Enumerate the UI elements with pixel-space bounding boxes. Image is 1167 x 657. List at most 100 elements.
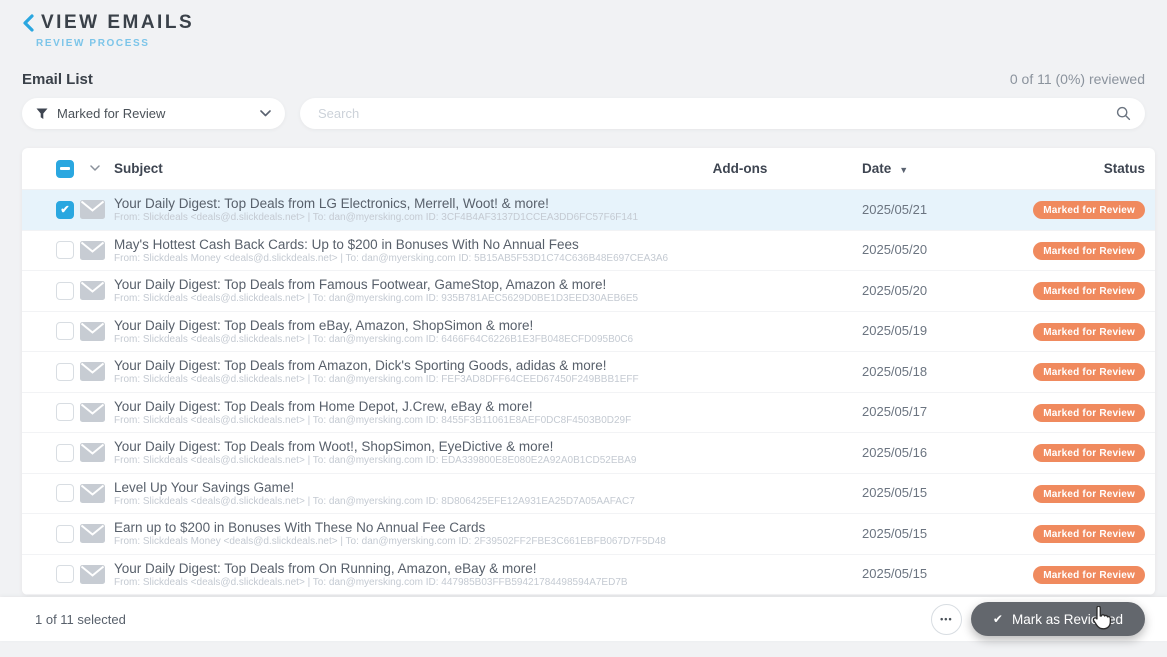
status-badge: Marked for Review [1033,242,1145,260]
row-checkbox[interactable] [56,241,74,259]
email-subject: Your Daily Digest: Top Deals from LG Ele… [114,196,680,211]
envelope-icon [80,200,105,219]
status-badge: Marked for Review [1033,485,1145,503]
email-subject: Level Up Your Savings Game! [114,480,680,495]
row-checkbox[interactable] [56,282,74,300]
email-row[interactable]: Your Daily Digest: Top Deals from On Run… [22,555,1155,596]
status-badge: Marked for Review [1033,363,1145,381]
email-row[interactable]: Earn up to $200 in Bonuses With These No… [22,514,1155,555]
status-filter-dropdown[interactable]: Marked for Review [22,98,285,129]
email-subject: Your Daily Digest: Top Deals from Amazon… [114,358,680,373]
envelope-icon [80,241,105,260]
envelope-icon [80,362,105,381]
status-badge: Marked for Review [1033,282,1145,300]
column-header-subject[interactable]: Subject [114,161,690,176]
email-row[interactable]: Your Daily Digest: Top Deals from eBay, … [22,312,1155,353]
email-meta: From: Slickdeals <deals@d.slickdeals.net… [114,496,680,507]
email-date: 2025/05/18 [862,364,927,379]
email-meta: From: Slickdeals Money <deals@d.slickdea… [114,536,680,547]
filter-bar: Marked for Review [22,98,1145,129]
envelope-icon [80,322,105,341]
email-date: 2025/05/15 [862,485,927,500]
email-subject: Your Daily Digest: Top Deals from Home D… [114,399,680,414]
status-badge: Marked for Review [1033,444,1145,462]
status-badge: Marked for Review [1033,404,1145,422]
row-checkbox[interactable]: ✔ [56,201,74,219]
row-checkbox[interactable] [56,444,74,462]
email-date: 2025/05/15 [862,566,927,581]
email-row[interactable]: ✔ Your Daily Digest: Top Deals from LG E… [22,190,1155,231]
envelope-icon [80,524,105,543]
envelope-icon [80,281,105,300]
email-row[interactable]: Your Daily Digest: Top Deals from Amazon… [22,352,1155,393]
select-all-checkbox[interactable] [56,160,74,178]
column-header-addons[interactable]: Add-ons [690,161,790,176]
email-date: 2025/05/19 [862,323,927,338]
page-header: VIEW EMAILS REVIEW PROCESS Email List 0 … [0,0,1167,88]
column-header-date[interactable]: Date▼ [790,161,950,176]
search-box[interactable] [300,98,1145,129]
status-badge: Marked for Review [1033,323,1145,341]
email-date: 2025/05/21 [862,202,927,217]
email-subject: Your Daily Digest: Top Deals from On Run… [114,561,680,576]
row-checkbox[interactable] [56,322,74,340]
email-subject: Your Daily Digest: Top Deals from Famous… [114,277,680,292]
selected-count: 1 of 11 selected [35,612,126,627]
chevron-down-icon [260,110,271,117]
back-link[interactable]: VIEW EMAILS [22,12,1145,34]
email-meta: From: Slickdeals <deals@d.slickdeals.net… [114,577,680,588]
email-meta: From: Slickdeals <deals@d.slickdeals.net… [114,334,680,345]
email-meta: From: Slickdeals <deals@d.slickdeals.net… [114,293,680,304]
envelope-icon [80,443,105,462]
envelope-icon [80,484,105,503]
email-date: 2025/05/15 [862,526,927,541]
email-row[interactable]: May's Hottest Cash Back Cards: Up to $20… [22,231,1155,272]
review-process-link[interactable]: REVIEW PROCESS [36,38,1145,49]
reviewed-progress: 0 of 11 (0%) reviewed [1010,71,1145,87]
envelope-icon [80,403,105,422]
row-checkbox[interactable] [56,403,74,421]
email-subject: Your Daily Digest: Top Deals from Woot!,… [114,439,680,454]
status-filter-value: Marked for Review [57,106,251,121]
email-meta: From: Slickdeals <deals@d.slickdeals.net… [114,374,680,385]
check-icon: ✔ [993,612,1003,626]
table-header: Subject Add-ons Date▼ Status [22,148,1155,190]
row-checkbox[interactable] [56,484,74,502]
email-subject: May's Hottest Cash Back Cards: Up to $20… [114,237,680,252]
email-row[interactable]: Your Daily Digest: Top Deals from Famous… [22,271,1155,312]
search-icon[interactable] [1116,106,1131,121]
email-row[interactable]: Your Daily Digest: Top Deals from Woot!,… [22,433,1155,474]
email-meta: From: Slickdeals <deals@d.slickdeals.net… [114,455,680,466]
email-subject: Earn up to $200 in Bonuses With These No… [114,520,680,535]
back-chevron-icon [22,14,35,32]
sort-desc-icon[interactable]: ▼ [899,165,908,175]
email-subject: Your Daily Digest: Top Deals from eBay, … [114,318,680,333]
email-meta: From: Slickdeals <deals@d.slickdeals.net… [114,212,680,223]
select-menu-chevron-icon[interactable] [90,165,100,172]
row-checkbox[interactable] [56,363,74,381]
filter-funnel-icon [36,108,48,120]
email-date: 2025/05/20 [862,283,927,298]
email-list-title: Email List [22,71,93,88]
mark-as-reviewed-button[interactable]: ✔ Mark as Reviewed [971,602,1145,636]
column-header-status[interactable]: Status [950,161,1155,176]
status-badge: Marked for Review [1033,566,1145,584]
status-badge: Marked for Review [1033,201,1145,219]
email-date: 2025/05/16 [862,445,927,460]
mark-as-reviewed-label: Mark as Reviewed [1012,612,1123,627]
page-title: VIEW EMAILS [41,12,194,34]
search-input[interactable] [318,106,1116,121]
email-date: 2025/05/17 [862,404,927,419]
envelope-icon [80,565,105,584]
email-date: 2025/05/20 [862,242,927,257]
email-table: Subject Add-ons Date▼ Status ✔ Your Dail… [22,148,1155,595]
selection-footer: 1 of 11 selected ••• ✔ Mark as Reviewed [0,597,1167,641]
status-badge: Marked for Review [1033,525,1145,543]
more-actions-button[interactable]: ••• [931,604,962,635]
email-row[interactable]: Level Up Your Savings Game! From: Slickd… [22,474,1155,515]
row-checkbox[interactable] [56,525,74,543]
email-rows: ✔ Your Daily Digest: Top Deals from LG E… [22,190,1155,595]
row-checkbox[interactable] [56,565,74,583]
email-row[interactable]: Your Daily Digest: Top Deals from Home D… [22,393,1155,434]
email-meta: From: Slickdeals <deals@d.slickdeals.net… [114,415,680,426]
